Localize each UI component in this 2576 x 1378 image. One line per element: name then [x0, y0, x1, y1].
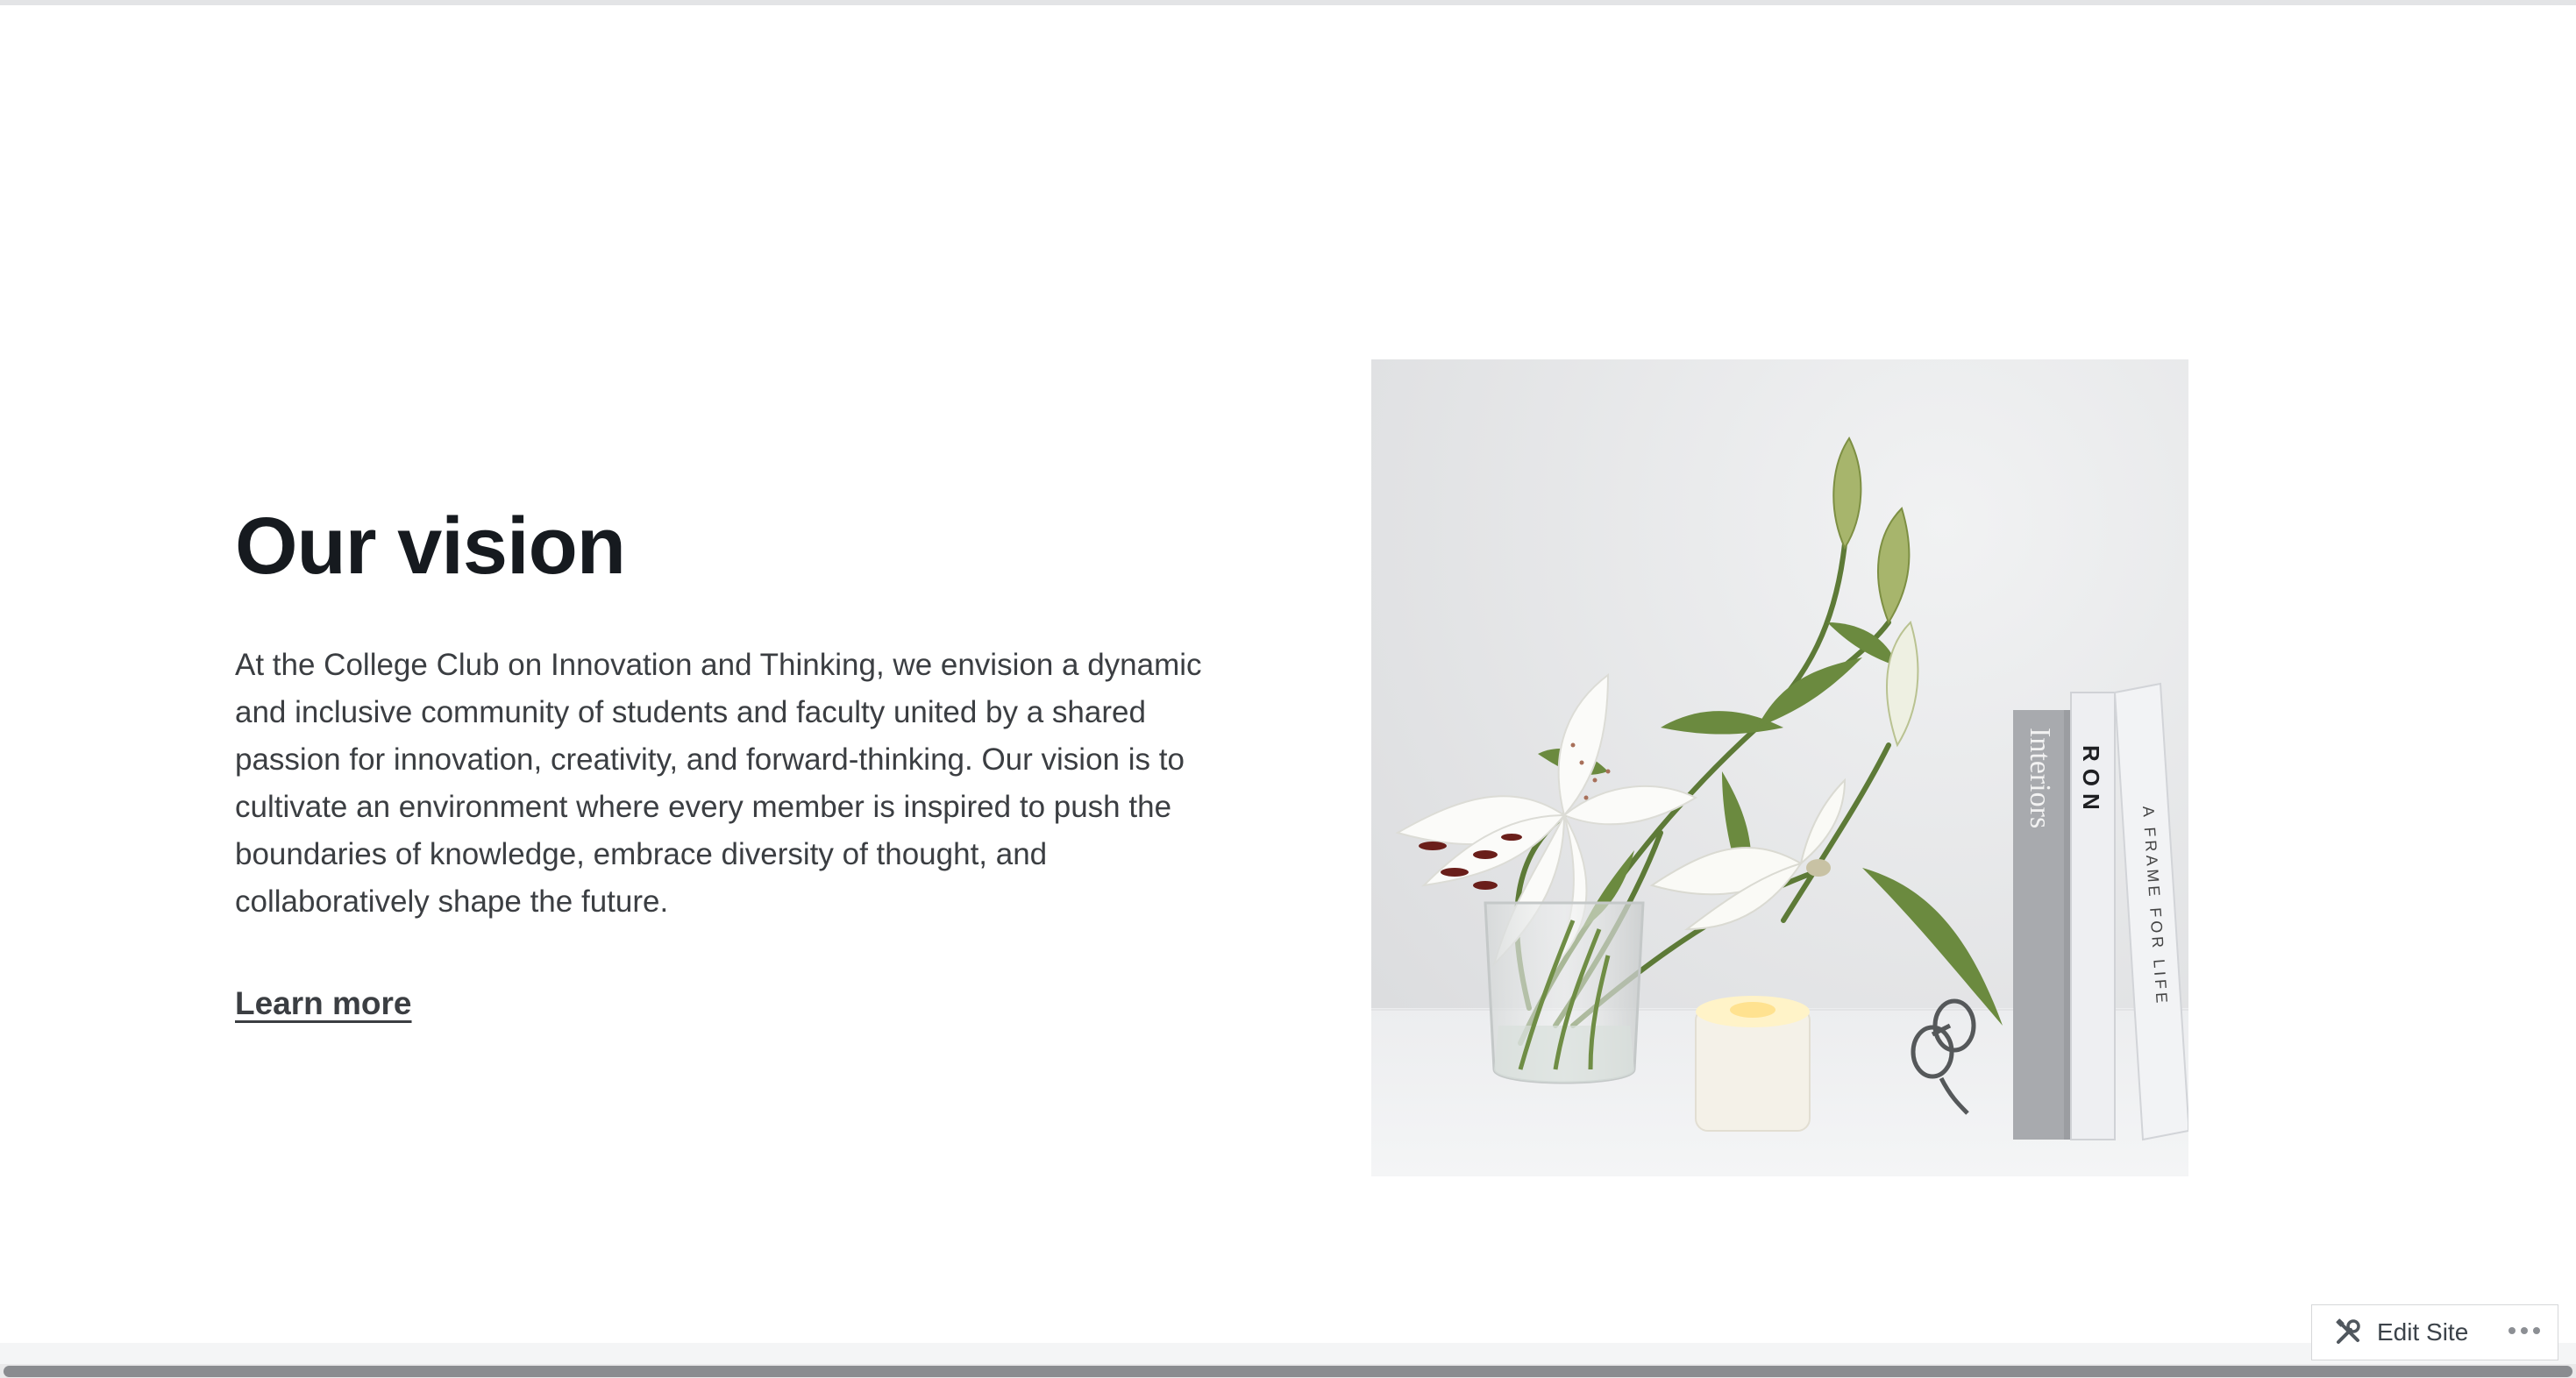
learn-more-link[interactable]: Learn more	[235, 985, 412, 1022]
horizontal-scrollbar-thumb[interactable]	[4, 1366, 2572, 1377]
more-options-button[interactable]	[2507, 1315, 2542, 1350]
vision-heading: Our vision	[235, 501, 626, 591]
book-spine-title-1: Interiors	[2024, 728, 2056, 828]
vision-paragraph: At the College Club on Innovation and Th…	[235, 648, 1202, 919]
edit-site-label: Edit Site	[2377, 1318, 2469, 1346]
edit-site-button[interactable]: Edit Site	[2312, 1305, 2468, 1360]
ellipsis-icon	[2507, 1325, 2542, 1340]
tools-icon	[2333, 1318, 2363, 1347]
book-spine-title-2: RON	[2078, 745, 2104, 817]
vision-image: Interiors RON A FRAME FOR LIFE	[1371, 359, 2188, 1176]
admin-edit-bar: Edit Site	[2311, 1304, 2558, 1360]
top-divider	[0, 0, 2576, 5]
